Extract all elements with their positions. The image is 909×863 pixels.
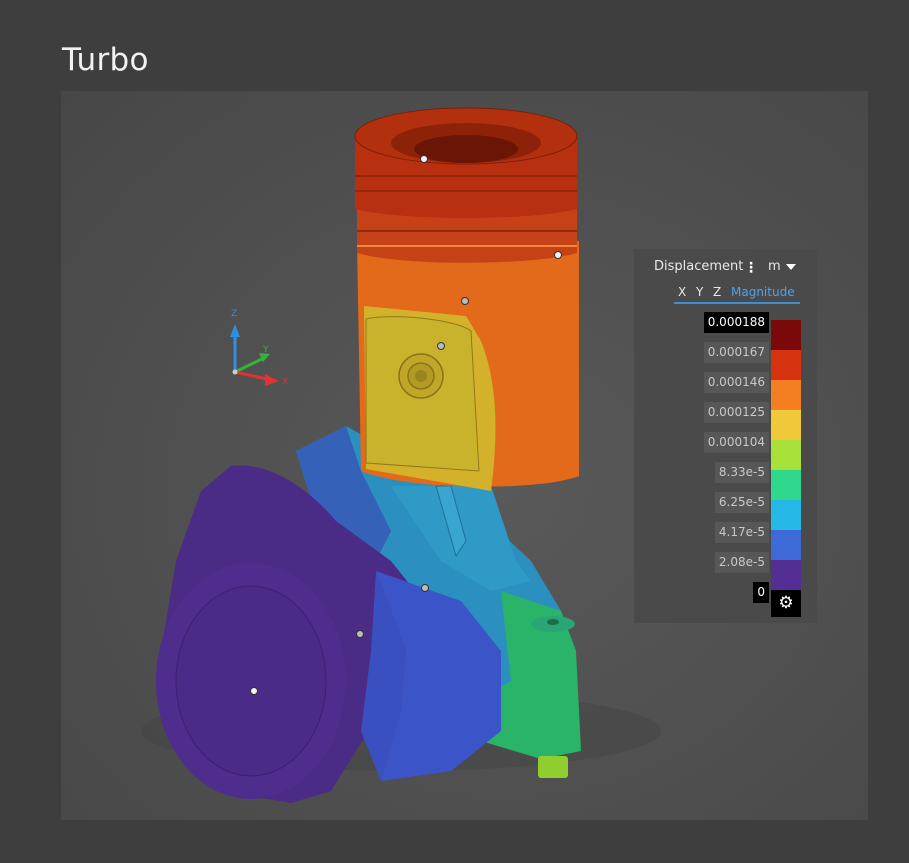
scale-label: 2.08e-5 xyxy=(714,552,769,573)
more-vertical-icon[interactable]: ⋮ xyxy=(744,259,758,277)
scale-label: 0.000167 xyxy=(703,342,769,363)
quantity-selector[interactable]: Displacement xyxy=(654,259,743,274)
page-title: Turbo xyxy=(62,42,149,78)
color-bar-segment xyxy=(771,500,801,531)
scale-label: 6.25e-5 xyxy=(714,492,769,513)
color-bar-segment xyxy=(771,530,801,561)
scale-label: 0.000104 xyxy=(703,432,769,453)
color-bar-segment xyxy=(771,380,801,411)
color-bar xyxy=(771,320,801,591)
scale-label[interactable]: 0.000188 xyxy=(703,312,769,333)
axis-y-label: Y xyxy=(263,345,269,355)
legend-header: Displacement ⋮ m xyxy=(634,259,817,279)
scale-label: 0.000146 xyxy=(703,372,769,393)
component-tabs: X Y Z Magnitude xyxy=(674,284,800,304)
gear-icon[interactable]: ⚙ xyxy=(771,590,801,617)
tab-y[interactable]: Y xyxy=(696,285,703,299)
scale-label: 0.000125 xyxy=(703,402,769,423)
axis-z-label: Z xyxy=(231,309,238,319)
axis-x-label: X xyxy=(282,377,289,387)
scale-label: 0 xyxy=(753,582,769,603)
color-bar-segment xyxy=(771,470,801,501)
scale-label: 4.17e-5 xyxy=(714,522,769,543)
color-bar-segment xyxy=(771,320,801,351)
color-bar-segment xyxy=(771,440,801,471)
scale-label: 8.33e-5 xyxy=(714,462,769,483)
chevron-down-icon[interactable] xyxy=(786,264,796,270)
color-bar-segment xyxy=(771,350,801,381)
unit-selector[interactable]: m xyxy=(768,259,781,274)
tab-magnitude[interactable]: Magnitude xyxy=(731,285,795,299)
result-legend: Displacement ⋮ m X Y Z Magnitude 0.00018… xyxy=(634,249,817,623)
tab-z[interactable]: Z xyxy=(713,285,721,299)
color-bar-segment xyxy=(771,410,801,441)
color-bar-segment xyxy=(771,560,801,591)
tab-x[interactable]: X xyxy=(678,285,686,299)
axes-triad[interactable] xyxy=(230,324,279,386)
